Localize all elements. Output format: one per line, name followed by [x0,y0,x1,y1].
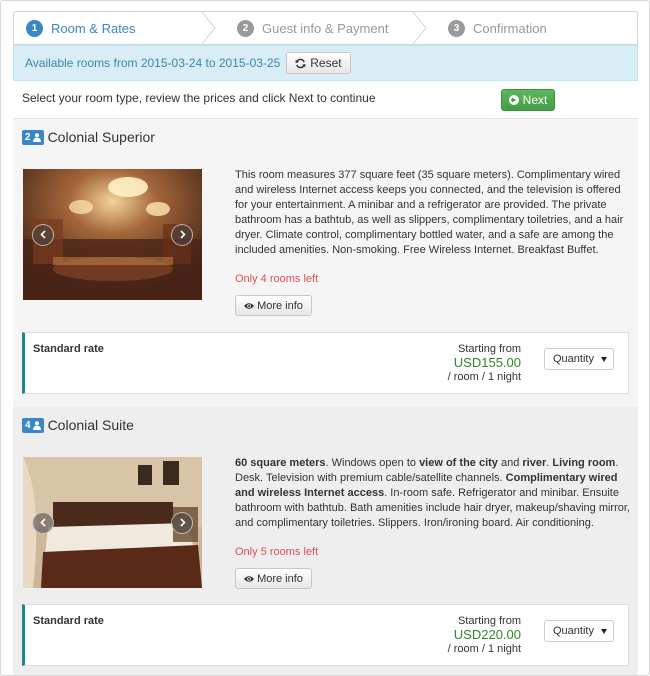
next-button[interactable]: Next [501,89,555,111]
carousel-prev-button[interactable] [32,223,54,246]
more-info-label: More info [257,299,303,312]
capacity-count: 2 [25,131,31,143]
description-segment: and [497,457,523,469]
carousel-next-button[interactable] [171,223,193,246]
eye-icon [244,302,255,309]
step-divider-icon [202,12,216,44]
rate-row: Standard rate Starting from USD220.00 / … [22,604,629,666]
room-card: 4 Colonial Suite 60 square meters. Windo… [13,407,638,675]
rooms-left-notice: Only 5 rooms left [235,546,319,558]
step-number: 3 [448,19,465,37]
instruction-text: Select your room type, review the prices… [22,91,376,105]
chevron-left-icon [39,518,46,527]
step-number: 1 [26,19,43,37]
room-header: 4 Colonial Suite [22,417,134,433]
room-title: Colonial Superior [47,129,155,145]
description-segment: view of the city [419,457,498,469]
step-label: Guest info & Payment [262,20,389,36]
more-info-button[interactable]: More info [235,295,312,316]
rate-name: Standard rate [33,343,104,355]
description-segment: . Windows open to [325,457,420,469]
more-info-label: More info [257,572,303,585]
description-segment: river [522,457,547,469]
rate-unit: / room / 1 night [447,371,521,383]
more-info-button[interactable]: More info [235,568,312,589]
room-title: Colonial Suite [47,417,134,433]
booking-steps: 1 Room & Rates 2 Guest info & Payment 3 … [13,11,638,45]
description-segment: 60 square meters [235,457,326,469]
description-segment: Living room [552,457,616,469]
instruction-bar: Select your room type, review the prices… [13,81,638,119]
rate-unit: / room / 1 night [447,643,521,655]
room-description: 60 square meters. Windows open to view o… [235,456,631,531]
arrow-right-icon [508,95,519,105]
chevron-right-icon [179,518,186,527]
carousel-next-button[interactable] [171,511,193,534]
caret-down-icon [601,357,607,362]
room-description: This room measures 377 square feet (35 s… [235,169,624,256]
step-confirmation[interactable]: 3 Confirmation [426,12,637,44]
room-photo-carousel[interactable] [23,169,202,300]
booking-widget: 1 Room & Rates 2 Guest info & Payment 3 … [0,0,650,676]
carousel-prev-button[interactable] [32,511,54,534]
capacity-badge: 2 [22,129,44,145]
availability-text: Available rooms from 2015-03-24 to 2015-… [25,56,281,70]
rooms-left-notice: Only 4 rooms left [235,273,319,285]
capacity-badge: 4 [22,417,44,433]
rate-price: USD220.00 [453,627,521,642]
step-divider-icon [413,12,427,44]
eye-icon [244,575,255,582]
quantity-placeholder: Quantity [553,353,594,365]
starting-from-label: Starting from [458,615,521,627]
rate-name: Standard rate [33,615,104,627]
quantity-select[interactable]: Quantity [544,620,614,642]
chevron-right-icon [179,230,186,239]
step-guest-info[interactable]: 2 Guest info & Payment [215,12,427,44]
step-number: 2 [237,19,254,37]
rate-row: Standard rate Starting from USD155.00 / … [22,332,629,394]
refresh-icon [295,58,306,68]
rate-price: USD155.00 [453,355,521,370]
room-photo-carousel[interactable] [23,457,202,588]
step-label: Room & Rates [51,20,136,36]
quantity-select[interactable]: Quantity [544,348,614,370]
person-icon [32,132,41,142]
availability-bar: Available rooms from 2015-03-24 to 2015-… [13,45,638,81]
quantity-placeholder: Quantity [553,625,594,637]
capacity-count: 4 [25,419,31,431]
reset-button[interactable]: Reset [286,52,351,74]
step-room-rates[interactable]: 1 Room & Rates [14,12,216,44]
room-card: 2 Colonial Superior This room measures 3… [13,119,638,407]
next-label: Next [522,93,548,107]
step-label: Confirmation [473,20,547,36]
reset-label: Reset [310,56,342,70]
room-header: 2 Colonial Superior [22,129,155,145]
chevron-left-icon [39,230,46,239]
starting-from-label: Starting from [458,343,521,355]
person-icon [32,420,41,430]
caret-down-icon [601,629,607,634]
